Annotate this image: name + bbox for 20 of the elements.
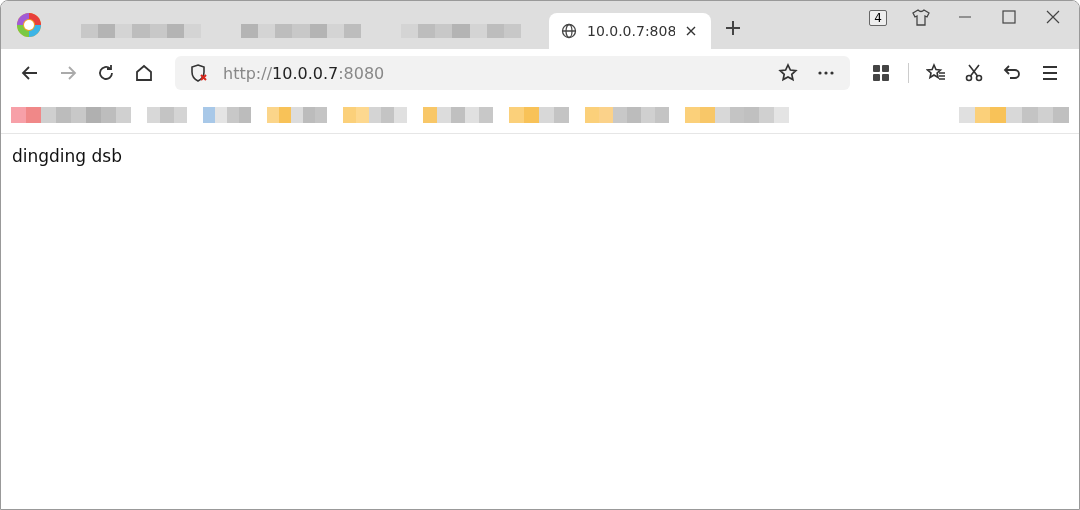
tab-title: 10.0.0.7:808 (587, 23, 675, 39)
shield-warning-icon[interactable] (189, 63, 209, 83)
globe-icon (561, 23, 577, 39)
close-icon[interactable] (685, 25, 697, 37)
maximize-icon[interactable] (999, 7, 1019, 27)
browser-logo[interactable] (15, 11, 43, 39)
favorites-icon[interactable] (926, 63, 946, 83)
browser-tab[interactable]: 10.0.0.7:808 (549, 13, 711, 49)
url-text: http://10.0.0.7:8080 (223, 63, 385, 83)
reload-icon[interactable] (96, 63, 116, 83)
star-icon[interactable] (778, 63, 798, 83)
tab-count-badge[interactable]: 4 (869, 10, 887, 26)
menu-icon[interactable] (1040, 63, 1060, 83)
shirt-icon[interactable] (911, 7, 931, 27)
page-text: dingding dsb (12, 146, 122, 166)
address-bar[interactable]: http://10.0.0.7:8080 (175, 56, 850, 90)
home-icon[interactable] (134, 63, 154, 83)
grid-icon[interactable] (871, 63, 891, 83)
scissors-icon[interactable] (964, 63, 984, 83)
new-tab-icon[interactable] (725, 20, 741, 36)
